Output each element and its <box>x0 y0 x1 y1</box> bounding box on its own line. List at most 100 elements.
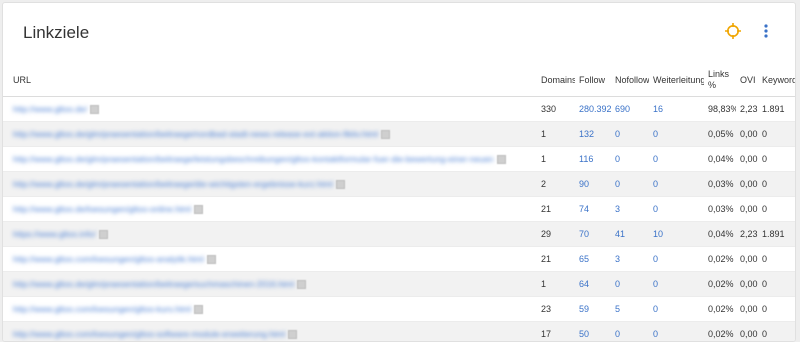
keyword-cell: 0 <box>758 321 795 341</box>
weiterleitung-link[interactable]: 0 <box>649 171 704 197</box>
table-row: http://www.gltoo.de/glm/praesentation/be… <box>3 271 795 297</box>
crosshair-icon[interactable] <box>724 22 742 40</box>
follow-link[interactable]: 50 <box>575 321 611 341</box>
weiterleitung-link[interactable]: 0 <box>649 121 704 147</box>
weiterleitung-link[interactable]: 10 <box>649 221 704 247</box>
nofollow-link[interactable]: 41 <box>611 221 649 247</box>
domains-cell: 330 <box>537 96 575 122</box>
links-pct-cell: 0,04% <box>704 146 736 172</box>
url-cell: http://www.gltoo.de/glm/praesentation/be… <box>3 146 537 172</box>
follow-link[interactable]: 132 <box>575 121 611 147</box>
weiterleitung-link[interactable]: 0 <box>649 271 704 297</box>
ovi-cell: 0,00 <box>736 171 758 197</box>
ovi-cell: 0,00 <box>736 146 758 172</box>
follow-link[interactable]: 74 <box>575 196 611 222</box>
external-link-icon[interactable] <box>335 179 345 189</box>
url-link[interactable]: http://www.gltoo.de/loesungen/gltoo-onli… <box>13 204 191 214</box>
keyword-cell: 0 <box>758 121 795 147</box>
nofollow-link[interactable]: 0 <box>611 321 649 341</box>
keyword-cell: 0 <box>758 271 795 297</box>
nofollow-link[interactable]: 690 <box>611 96 649 122</box>
col-header-links-pct[interactable]: Links% <box>704 63 736 97</box>
keyword-cell: 0 <box>758 246 795 272</box>
domains-cell: 2 <box>537 171 575 197</box>
weiterleitung-link[interactable]: 0 <box>649 296 704 322</box>
url-link[interactable]: http://www.gltoo.com/loesungen/gltoo-kur… <box>13 304 191 314</box>
url-cell: https://www.gltoo.info/ <box>3 221 537 247</box>
domains-cell: 1 <box>537 271 575 297</box>
links-pct-label-a: Links <box>708 68 730 79</box>
links-pct-cell: 98,83% <box>704 96 736 122</box>
weiterleitung-link[interactable]: 0 <box>649 196 704 222</box>
follow-link[interactable]: 90 <box>575 171 611 197</box>
table-row: http://www.gltoo.com/loesungen/gltoo-ana… <box>3 246 795 272</box>
table-row: http://www.gltoo.de/loesungen/gltoo-onli… <box>3 196 795 222</box>
table-row: http://www.gltoo.de/glm/praesentation/be… <box>3 171 795 197</box>
weiterleitung-link[interactable]: 0 <box>649 321 704 341</box>
domains-cell: 21 <box>537 196 575 222</box>
follow-link[interactable]: 70 <box>575 221 611 247</box>
linkziele-card: Linkziele URL Domains Follow Nofollow We… <box>2 2 796 342</box>
external-link-icon[interactable] <box>98 229 108 239</box>
table-row: http://www.gltoo.com/loesungen/gltoo-sof… <box>3 321 795 341</box>
domains-cell: 29 <box>537 221 575 247</box>
col-header-ovi[interactable]: OVI <box>736 63 758 97</box>
nofollow-link[interactable]: 0 <box>611 171 649 197</box>
ovi-cell: 0,00 <box>736 271 758 297</box>
links-pct-label-b: % <box>708 79 717 90</box>
follow-link[interactable]: 64 <box>575 271 611 297</box>
url-link[interactable]: http://www.gltoo.de/glm/praesentation/be… <box>13 129 378 139</box>
external-link-icon[interactable] <box>381 129 391 139</box>
url-link[interactable]: http://www.gltoo.com/loesungen/gltoo-sof… <box>13 329 285 339</box>
external-link-icon[interactable] <box>297 279 307 289</box>
external-link-icon[interactable] <box>90 104 100 114</box>
keyword-cell: 1.891 <box>758 96 795 122</box>
nofollow-link[interactable]: 5 <box>611 296 649 322</box>
col-header-url[interactable]: URL <box>3 63 537 97</box>
table-header-row: URL Domains Follow Nofollow Weiterleitun… <box>3 63 795 97</box>
follow-link[interactable]: 280.392 <box>575 96 611 122</box>
url-link[interactable]: http://www.gltoo.de/glm/praesentation/be… <box>13 179 333 189</box>
external-link-icon[interactable] <box>194 304 204 314</box>
url-cell: http://www.gltoo.de/glm/praesentation/be… <box>3 271 537 297</box>
url-link[interactable]: http://www.gltoo.de/glm/praesentation/be… <box>13 154 494 164</box>
follow-link[interactable]: 59 <box>575 296 611 322</box>
col-header-follow[interactable]: Follow <box>575 63 611 97</box>
col-header-domains[interactable]: Domains <box>537 63 575 97</box>
keyword-cell: 0 <box>758 171 795 197</box>
nofollow-link[interactable]: 0 <box>611 146 649 172</box>
url-cell: http://www.gltoo.com/loesungen/gltoo-sof… <box>3 321 537 341</box>
links-pct-cell: 0,02% <box>704 321 736 341</box>
more-vert-icon[interactable] <box>759 22 773 40</box>
links-pct-cell: 0,03% <box>704 196 736 222</box>
follow-link[interactable]: 65 <box>575 246 611 272</box>
url-link[interactable]: http://www.gltoo.com/loesungen/gltoo-ana… <box>13 254 204 264</box>
links-pct-cell: 0,02% <box>704 271 736 297</box>
url-link[interactable]: http://www.gltoo.de/ <box>13 104 87 114</box>
ovi-cell: 0,00 <box>736 246 758 272</box>
url-link[interactable]: https://www.gltoo.info/ <box>13 229 96 239</box>
table-row: http://www.gltoo.de/glm/praesentation/be… <box>3 121 795 147</box>
nofollow-link[interactable]: 0 <box>611 271 649 297</box>
ovi-cell: 0,00 <box>736 296 758 322</box>
col-header-keyword[interactable]: Keyword <box>758 63 795 97</box>
weiterleitung-link[interactable]: 0 <box>649 146 704 172</box>
nofollow-link[interactable]: 3 <box>611 196 649 222</box>
follow-link[interactable]: 116 <box>575 146 611 172</box>
nofollow-link[interactable]: 3 <box>611 246 649 272</box>
keyword-cell: 0 <box>758 296 795 322</box>
external-link-icon[interactable] <box>288 329 298 339</box>
external-link-icon[interactable] <box>496 154 506 164</box>
url-cell: http://www.gltoo.com/loesungen/gltoo-kur… <box>3 296 537 322</box>
url-cell: http://www.gltoo.de/glm/praesentation/be… <box>3 171 537 197</box>
url-link[interactable]: http://www.gltoo.de/glm/praesentation/be… <box>13 279 294 289</box>
external-link-icon[interactable] <box>206 254 216 264</box>
external-link-icon[interactable] <box>194 204 204 214</box>
col-header-weiterleitung[interactable]: Weiterleitung <box>649 63 704 97</box>
links-pct-cell: 0,02% <box>704 296 736 322</box>
nofollow-link[interactable]: 0 <box>611 121 649 147</box>
weiterleitung-link[interactable]: 0 <box>649 246 704 272</box>
weiterleitung-link[interactable]: 16 <box>649 96 704 122</box>
col-header-nofollow[interactable]: Nofollow <box>611 63 649 97</box>
domains-cell: 23 <box>537 296 575 322</box>
